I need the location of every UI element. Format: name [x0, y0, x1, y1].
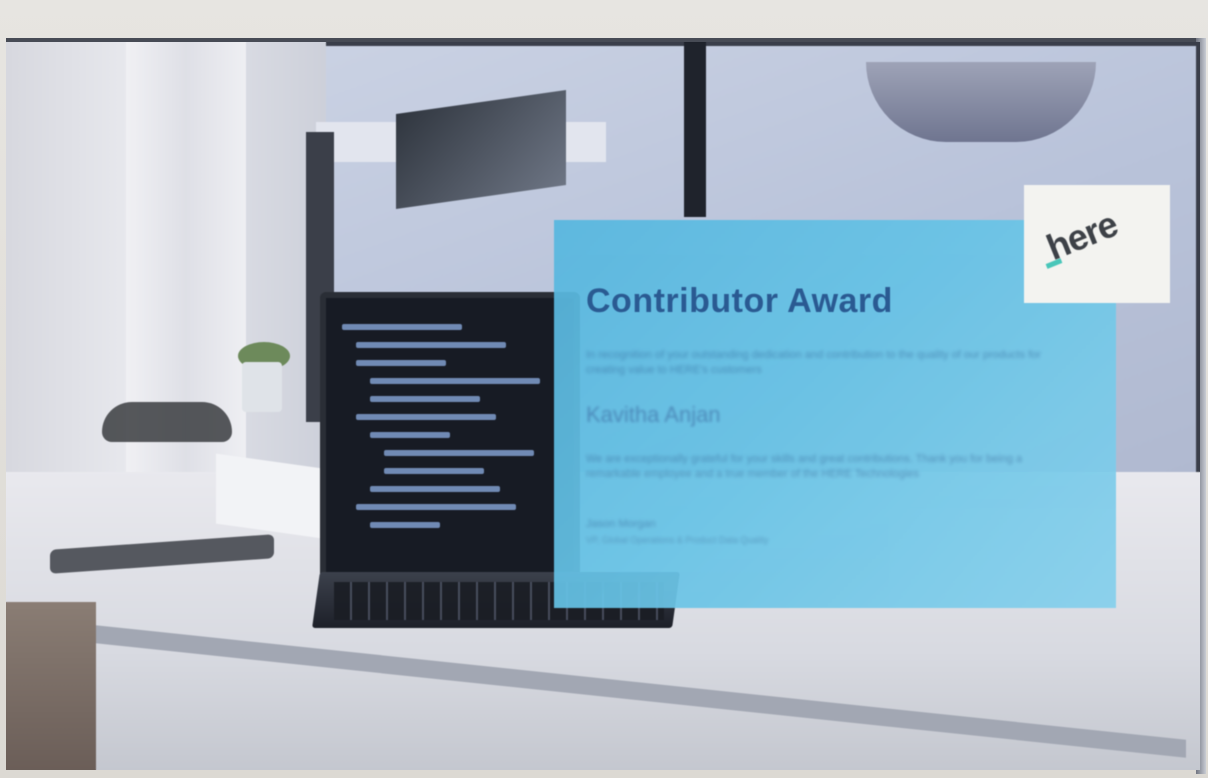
photo-blur-overlay [6, 42, 1200, 770]
monitor-screen: Contributor Award In recognition of your… [6, 42, 1200, 770]
